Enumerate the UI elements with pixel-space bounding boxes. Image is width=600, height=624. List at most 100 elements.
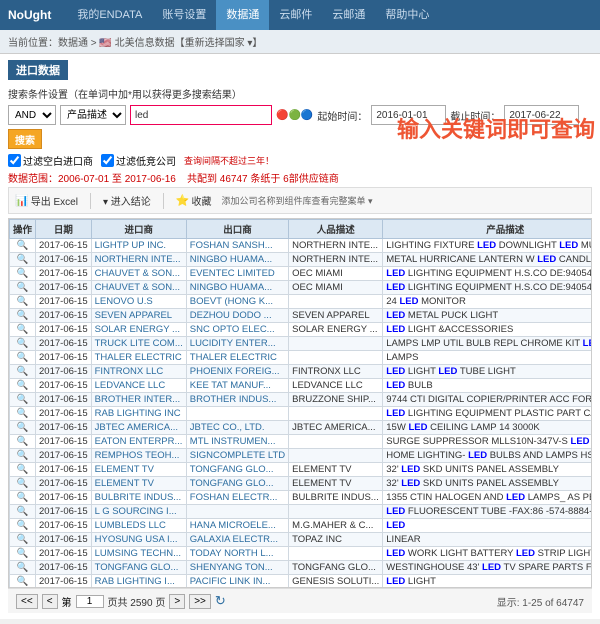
row-importer[interactable]: FINTRONX LLC (91, 365, 186, 379)
nav-account[interactable]: 账号设置 (152, 0, 216, 30)
row-action[interactable]: 🔍 (10, 281, 36, 295)
row-action[interactable]: 🔍 (10, 491, 36, 505)
row-importer[interactable]: BROTHER INTER... (91, 393, 186, 407)
date-start-input[interactable] (371, 105, 446, 125)
row-importer[interactable]: LUMBLEDS LLC (91, 519, 186, 533)
page-refresh-button[interactable]: ↻ (215, 593, 226, 609)
row-exporter[interactable]: TODAY NORTH L... (186, 547, 288, 561)
row-action[interactable]: 🔍 (10, 253, 36, 267)
collect-button[interactable]: ⭐ 收藏 (170, 191, 218, 210)
row-importer[interactable]: LEDVANCE LLC (91, 379, 186, 393)
row-exporter[interactable]: EVENTEC LIMITED (186, 267, 288, 281)
row-exporter[interactable]: FOSHAN SANSH... (186, 239, 288, 253)
row-exporter[interactable]: BOEVT (HONG K... (186, 295, 288, 309)
row-importer[interactable]: ELEMENT TV (91, 463, 186, 477)
row-exporter[interactable]: DEZHOU DODO ... (186, 309, 288, 323)
nav-myendata[interactable]: 我的ENDATA (67, 0, 152, 30)
row-importer[interactable]: TRUCK LITE COM... (91, 337, 186, 351)
row-exporter[interactable]: SIGNCOMPLETE LTD (186, 449, 288, 463)
row-importer[interactable]: SOLAR ENERGY ... (91, 323, 186, 337)
keyword-input[interactable] (130, 105, 272, 125)
row-exporter[interactable]: NINGBO HUAMA... (186, 281, 288, 295)
nav-cloudmailtong[interactable]: 云邮通 (322, 0, 375, 30)
row-importer[interactable]: REMPHOS TEOH... (91, 449, 186, 463)
row-action[interactable]: 🔍 (10, 351, 36, 365)
row-importer[interactable]: LUMSING TECHN... (91, 547, 186, 561)
row-exporter[interactable]: MTL INSTRUMEN... (186, 435, 288, 449)
nav-datatong[interactable]: 数据通 (216, 0, 269, 30)
row-exporter[interactable]: THALER ELECTRIC (186, 351, 288, 365)
page-first-button[interactable]: << (16, 594, 38, 609)
page-last-button[interactable]: >> (189, 594, 211, 609)
row-action[interactable]: 🔍 (10, 435, 36, 449)
row-importer[interactable]: NORTHERN INTE... (91, 253, 186, 267)
table-row: 🔍 2017-06-15 SOLAR ENERGY ... SNC OPTO E… (10, 323, 593, 337)
row-exporter[interactable]: TONGFANG GLO... (186, 477, 288, 491)
row-importer[interactable]: ELEMENT TV (91, 477, 186, 491)
row-action[interactable]: 🔍 (10, 477, 36, 491)
row-exporter[interactable]: LUCIDITY ENTER... (186, 337, 288, 351)
row-importer[interactable]: LENOVO U.S (91, 295, 186, 309)
row-importer[interactable]: JBTEC AMERICA... (91, 421, 186, 435)
page-number-input[interactable] (76, 595, 104, 608)
row-action[interactable]: 🔍 (10, 365, 36, 379)
row-action[interactable]: 🔍 (10, 267, 36, 281)
checkbox-filter-empty[interactable]: 过滤空白进口商 (8, 153, 93, 168)
row-action[interactable]: 🔍 (10, 337, 36, 351)
row-action[interactable]: 🔍 (10, 547, 36, 561)
search-button[interactable]: 搜索 (8, 129, 42, 149)
nav-help[interactable]: 帮助中心 (375, 0, 439, 30)
row-importer[interactable]: BULBRITE INDUS... (91, 491, 186, 505)
nav-cloudmail[interactable]: 云邮件 (269, 0, 322, 30)
filter-field-select[interactable]: 产品描述 进口商 出口商 HS编码 (60, 105, 126, 125)
page-next-button[interactable]: > (169, 594, 185, 609)
row-exporter[interactable] (186, 505, 288, 519)
row-importer[interactable]: THALER ELECTRIC (91, 351, 186, 365)
row-importer[interactable]: CHAUVET & SON... (91, 281, 186, 295)
row-action[interactable]: 🔍 (10, 309, 36, 323)
row-desc: SURGE SUPPRESSOR MLLS10N-347V-S LED LIGH… (383, 435, 592, 449)
row-exporter[interactable]: NINGBO HUAMA... (186, 253, 288, 267)
row-action[interactable]: 🔍 (10, 421, 36, 435)
filter-logic-select[interactable]: AND OR (8, 105, 56, 125)
row-action[interactable]: 🔍 (10, 533, 36, 547)
row-action[interactable]: 🔍 (10, 519, 36, 533)
row-exporter[interactable]: FOSHAN ELECTR... (186, 491, 288, 505)
row-importer[interactable]: TONGFANG GLO... (91, 561, 186, 575)
row-action[interactable]: 🔍 (10, 295, 36, 309)
row-importer[interactable]: EATON ENTERPR... (91, 435, 186, 449)
checkbox-filter-low[interactable]: 过滤低竞公司 (101, 153, 176, 168)
row-action[interactable]: 🔍 (10, 407, 36, 421)
row-importer[interactable]: RAB LIGHTING INC (91, 407, 186, 421)
row-importer[interactable]: SEVEN APPAREL (91, 309, 186, 323)
row-action[interactable]: 🔍 (10, 379, 36, 393)
import-btn[interactable]: ▾ 进入结论 (97, 191, 157, 210)
row-action[interactable]: 🔍 (10, 323, 36, 337)
row-exporter[interactable]: BROTHER INDUS... (186, 393, 288, 407)
row-action[interactable]: 🔍 (10, 463, 36, 477)
row-importer[interactable]: LIGHTP UP INC. (91, 239, 186, 253)
row-exporter[interactable]: PACIFIC LINK IN... (186, 575, 288, 589)
row-importer[interactable]: RAB LIGHTING I... (91, 575, 186, 589)
row-action[interactable]: 🔍 (10, 393, 36, 407)
row-exporter[interactable]: PHOENIX FOREIG... (186, 365, 288, 379)
date-end-input[interactable] (504, 105, 579, 125)
row-action[interactable]: 🔍 (10, 239, 36, 253)
page-prev-button[interactable]: < (42, 594, 58, 609)
row-exporter[interactable]: SNC OPTO ELEC... (186, 323, 288, 337)
row-action[interactable]: 🔍 (10, 575, 36, 589)
row-importer[interactable]: L G SOURCING I... (91, 505, 186, 519)
row-exporter[interactable]: KEE TAT MANUF... (186, 379, 288, 393)
row-action[interactable]: 🔍 (10, 561, 36, 575)
row-exporter[interactable]: JBTEC CO., LTD. (186, 421, 288, 435)
row-exporter[interactable]: HANA MICROELE... (186, 519, 288, 533)
export-excel-button[interactable]: 📊 导出 Excel (9, 191, 84, 210)
row-importer[interactable]: CHAUVET & SON... (91, 267, 186, 281)
row-importer[interactable]: HYOSUNG USA I... (91, 533, 186, 547)
row-exporter[interactable]: SHENYANG TON... (186, 561, 288, 575)
row-exporter[interactable]: GALAXIA ELECTR... (186, 533, 288, 547)
row-exporter[interactable] (186, 407, 288, 421)
row-action[interactable]: 🔍 (10, 505, 36, 519)
row-action[interactable]: 🔍 (10, 449, 36, 463)
row-exporter[interactable]: TONGFANG GLO... (186, 463, 288, 477)
